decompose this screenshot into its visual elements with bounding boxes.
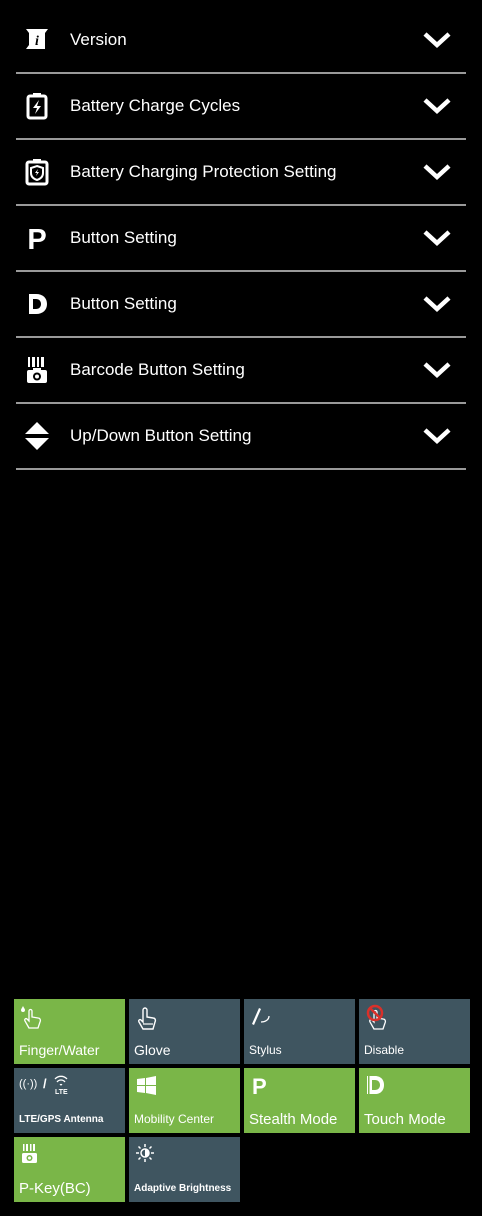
brightness-sun-icon: [136, 1144, 154, 1162]
tile-stealth-mode[interactable]: P Stealth Mode: [244, 1068, 355, 1133]
tile-lte-gps-antenna-label: LTE/GPS Antenna: [19, 1114, 104, 1125]
battery-protection-label: Battery Charging Protection Setting: [70, 162, 337, 181]
d-key-icon: [20, 287, 54, 321]
touch-disabled-icon: [366, 1004, 387, 1030]
chevron-down-icon[interactable]: [422, 30, 452, 50]
stylus-icon: [252, 1008, 270, 1025]
svg-text:((·)): ((·)): [19, 1078, 37, 1090]
tile-stealth-mode-label: Stealth Mode: [249, 1111, 338, 1128]
barcode-camera-icon: [20, 353, 54, 387]
tile-stylus[interactable]: Stylus: [244, 999, 355, 1064]
tile-p-key-bc[interactable]: P-Key(BC): [14, 1137, 125, 1202]
p-key-icon: P: [252, 1074, 267, 1099]
version-label: Version: [70, 30, 127, 49]
tile-lte-gps-antenna[interactable]: ((·)) / LTE LTE/GPS Antenna: [14, 1068, 125, 1133]
tile-adaptive-brightness-label: Adaptive Brightness: [134, 1183, 232, 1194]
chevron-down-icon[interactable]: [422, 426, 452, 446]
glove-hand-icon: [138, 1007, 157, 1030]
battery-shield-icon: [20, 155, 54, 189]
battery-protection-row[interactable]: Battery Charging Protection Setting: [16, 140, 466, 206]
antenna-lte-icon: ((·)) / LTE: [19, 1075, 68, 1096]
svg-text:LTE: LTE: [55, 1089, 68, 1096]
barcode-button-setting-row[interactable]: Barcode Button Setting: [16, 338, 466, 404]
p-key-icon: P: [20, 221, 54, 255]
tile-mobility-center[interactable]: Mobility Center: [129, 1068, 240, 1133]
chevron-down-icon[interactable]: [422, 162, 452, 182]
d-button-setting-row[interactable]: Button Setting: [16, 272, 466, 338]
tile-touch-mode[interactable]: Touch Mode: [359, 1068, 470, 1133]
tile-glove-label: Glove: [134, 1042, 171, 1058]
chevron-down-icon[interactable]: [422, 228, 452, 248]
chevron-down-icon[interactable]: [422, 360, 452, 380]
p-button-setting-label: Button Setting: [70, 228, 177, 247]
battery-charge-cycles-row[interactable]: Battery Charge Cycles: [16, 74, 466, 140]
p-button-setting-row[interactable]: P Button Setting: [16, 206, 466, 272]
chevron-down-icon[interactable]: [422, 294, 452, 314]
tile-touch-mode-label: Touch Mode: [364, 1111, 446, 1128]
version-row[interactable]: i Version: [16, 8, 466, 74]
tile-mobility-center-label: Mobility Center: [134, 1112, 215, 1126]
barcode-camera-icon: [22, 1144, 37, 1163]
svg-text:i: i: [35, 34, 39, 49]
svg-text:/: /: [43, 1076, 47, 1091]
battery-icon: [20, 89, 54, 123]
updown-button-setting-label: Up/Down Button Setting: [70, 426, 252, 445]
barcode-button-setting-label: Barcode Button Setting: [70, 360, 245, 379]
updown-button-setting-row[interactable]: Up/Down Button Setting: [16, 404, 466, 470]
d-button-setting-label: Button Setting: [70, 294, 177, 313]
battery-charge-cycles-label: Battery Charge Cycles: [70, 96, 241, 115]
tile-p-key-bc-label: P-Key(BC): [19, 1180, 91, 1197]
finger-water-touch-icon: [21, 1006, 42, 1029]
svg-text:P: P: [27, 224, 46, 253]
settings-accordion: i Version Battery Charge Cycles Battery …: [0, 8, 482, 470]
tile-adaptive-brightness[interactable]: Adaptive Brightness: [129, 1137, 240, 1202]
up-down-arrows-icon: [20, 419, 54, 453]
tile-finger-water-label: Finger/Water: [19, 1042, 100, 1058]
tile-finger-water[interactable]: Finger/Water: [14, 999, 125, 1064]
version-info-icon: i: [20, 23, 54, 57]
svg-text:P: P: [252, 1074, 267, 1099]
tile-disable[interactable]: Disable: [359, 999, 470, 1064]
tile-disable-label: Disable: [364, 1043, 405, 1057]
d-key-icon: [367, 1076, 384, 1094]
chevron-down-icon[interactable]: [422, 96, 452, 116]
tile-glove[interactable]: Glove: [129, 999, 240, 1064]
tile-stylus-label: Stylus: [249, 1043, 282, 1057]
windows-logo-icon: [137, 1076, 156, 1095]
